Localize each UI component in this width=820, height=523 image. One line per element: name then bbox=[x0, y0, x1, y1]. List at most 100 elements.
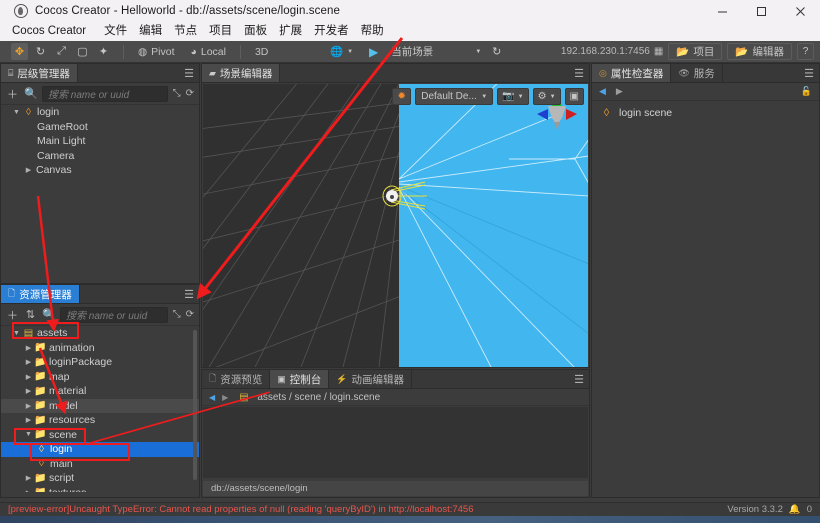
bottom-panel-menu-icon[interactable]: ☰ bbox=[569, 370, 589, 388]
assets-scrollbar[interactable] bbox=[193, 330, 197, 480]
bottom-panel-tabbar: 🗋 资源预览 ▣ 控制台 ⚡ 动画编辑器 ☰ bbox=[202, 370, 589, 389]
expand-arrow-icon[interactable]: ▶ bbox=[23, 358, 34, 366]
tab-scene-editor[interactable]: ▰ 场景编辑器 bbox=[202, 64, 281, 82]
hierarchy-node-canvas[interactable]: ▶ Canvas bbox=[1, 163, 199, 178]
menu-item-help[interactable]: 帮助 bbox=[355, 22, 390, 41]
asset-row-loginpackage[interactable]: ▶ 📁 loginPackage bbox=[1, 355, 199, 370]
tab-asset-preview[interactable]: 🗋 资源预览 bbox=[202, 370, 271, 388]
menu-item-file[interactable]: 文件 bbox=[98, 22, 133, 41]
asset-row-material[interactable]: ▶ 📁 material bbox=[1, 384, 199, 399]
assets-menu-icon[interactable]: ☰ bbox=[179, 285, 199, 303]
search-icon[interactable]: 🔍 bbox=[42, 308, 56, 321]
menu-item-project[interactable]: 项目 bbox=[203, 22, 238, 41]
asset-row-script[interactable]: ▶ 📁 script bbox=[1, 471, 199, 486]
open-project-folder-button[interactable]: 📂 项目 bbox=[668, 43, 723, 60]
menu-item-cocos-creator[interactable]: Cocos Creator bbox=[8, 22, 98, 41]
asset-row-main[interactable]: ◊ main bbox=[1, 457, 199, 472]
chevron-down-icon-2: ▼ bbox=[475, 48, 482, 55]
minimize-icon[interactable] bbox=[703, 0, 742, 22]
sort-icon[interactable]: ⇅ bbox=[24, 308, 37, 321]
hierarchy-node-login[interactable]: ▼ ◊ login bbox=[1, 105, 199, 120]
expand-arrow-icon[interactable]: ▶ bbox=[23, 402, 34, 410]
expand-arrow-icon[interactable]: ▶ bbox=[23, 166, 34, 174]
gear-icon[interactable]: ⚙ ▼ bbox=[532, 88, 561, 105]
coordinate-toggle-button[interactable]: ◕ Local bbox=[185, 43, 232, 60]
expand-arrow-icon[interactable]: ▼ bbox=[11, 109, 22, 116]
expand-arrow-icon[interactable]: ▶ bbox=[23, 373, 34, 381]
refresh-icon[interactable]: ↻ bbox=[488, 43, 505, 60]
asset-row-scene[interactable]: ▼ 📁 scene bbox=[1, 428, 199, 443]
collapse-icon[interactable]: ⤡ bbox=[173, 309, 181, 320]
search-icon[interactable]: 🔍 bbox=[24, 87, 38, 100]
plus-icon[interactable]: ＋ bbox=[6, 307, 19, 323]
asset-row-animation[interactable]: ▶ 📁 animation bbox=[1, 341, 199, 356]
expand-arrow-icon[interactable]: ▶ bbox=[23, 489, 34, 492]
expand-arrow-icon[interactable]: ▶ bbox=[23, 387, 34, 395]
hierarchy-node-main-light[interactable]: Main Light bbox=[1, 134, 199, 149]
menu-item-panel[interactable]: 面板 bbox=[238, 22, 273, 41]
asset-row-textures[interactable]: ▶ 📁 textures bbox=[1, 486, 199, 492]
preset-dropdown[interactable]: Default De... ▼ bbox=[415, 88, 494, 105]
layout-icon[interactable]: ▣ bbox=[564, 88, 584, 105]
assets-panel: 🗋 资源管理器 ☰ ＋ ⇅ 🔍 搜索 name or uuid ⤡ ⟳ ▼ ▤ … bbox=[0, 284, 200, 498]
rect-tool-button[interactable]: ▢ bbox=[74, 43, 91, 60]
expand-arrow-icon[interactable]: ▶ bbox=[23, 416, 34, 424]
menu-item-node[interactable]: 节点 bbox=[168, 22, 203, 41]
hierarchy-search-input[interactable]: 搜索 name or uuid bbox=[42, 85, 168, 102]
close-icon[interactable] bbox=[781, 0, 820, 22]
asset-row-assets[interactable]: ▼ ▤ assets bbox=[1, 326, 199, 341]
tab-animation-editor[interactable]: ⚡ 动画编辑器 bbox=[329, 370, 412, 388]
tab-console[interactable]: ▣ 控制台 bbox=[270, 370, 330, 388]
arrow-left-icon[interactable]: ◀ bbox=[599, 86, 606, 97]
assets-tree[interactable]: ▼ ▤ assets ▶ 📁 animation ▶ 📁 loginPackag… bbox=[1, 326, 199, 492]
asset-row-login[interactable]: ◊ login bbox=[1, 442, 199, 457]
open-editor-folder-button[interactable]: 📂 编辑器 bbox=[727, 43, 792, 60]
plus-icon[interactable]: ＋ bbox=[6, 86, 19, 102]
hierarchy-menu-icon[interactable]: ☰ bbox=[179, 64, 199, 82]
scene-editor-menu-icon[interactable]: ☰ bbox=[569, 64, 589, 82]
expand-arrow-icon[interactable]: ▶ bbox=[23, 344, 34, 352]
hierarchy-node-gameroot[interactable]: GameRoot bbox=[1, 120, 199, 135]
bell-icon[interactable]: 🔔 bbox=[789, 504, 801, 515]
arrow-right-icon[interactable]: ▶ bbox=[616, 86, 623, 97]
arrow-right-icon[interactable]: ▶ bbox=[222, 393, 228, 402]
scene-viewport[interactable]: ✹ Default De... ▼ 📷 ▼ ⚙ ▼ ▣ bbox=[203, 84, 588, 367]
expand-arrow-icon[interactable]: ▼ bbox=[11, 330, 22, 337]
help-button[interactable]: ? bbox=[796, 43, 814, 60]
asset-row-map[interactable]: ▶ 📁 map bbox=[1, 370, 199, 385]
scene-select-dropdown[interactable]: 当前场景 ▼ bbox=[386, 43, 487, 60]
browser-dropdown-button[interactable]: 🌐 ▼ bbox=[324, 43, 359, 60]
pivot-toggle-button[interactable]: ◍ Pivot bbox=[132, 43, 181, 60]
scale-tool-button[interactable]: ⤢ bbox=[53, 43, 70, 60]
qr-icon[interactable]: ▦ bbox=[654, 46, 663, 57]
tab-services[interactable]: 👁 服务 bbox=[671, 64, 723, 82]
play-icon[interactable]: ▶ bbox=[361, 45, 386, 59]
menu-item-extension[interactable]: 扩展 bbox=[273, 22, 308, 41]
transform-tool-button[interactable]: ✦ bbox=[95, 43, 112, 60]
menu-item-edit[interactable]: 编辑 bbox=[133, 22, 168, 41]
sync-icon[interactable]: ⟳ bbox=[186, 309, 194, 320]
camera-icon[interactable]: 📷 ▼ bbox=[497, 88, 529, 105]
maximize-icon[interactable] bbox=[742, 0, 781, 22]
effect-icon[interactable]: ✹ bbox=[392, 88, 412, 105]
asset-row-resources[interactable]: ▶ 📁 resources bbox=[1, 413, 199, 428]
tab-assets[interactable]: 🗋 资源管理器 bbox=[1, 285, 80, 303]
collapse-icon[interactable]: ⤡ bbox=[173, 88, 181, 99]
arrow-left-icon[interactable]: ◀ bbox=[209, 393, 215, 402]
menu-item-developer[interactable]: 开发者 bbox=[308, 22, 355, 41]
expand-arrow-icon[interactable]: ▼ bbox=[23, 431, 34, 438]
hierarchy-node-camera[interactable]: Camera bbox=[1, 149, 199, 164]
rotate-tool-button[interactable]: ↻ bbox=[32, 43, 49, 60]
tab-hierarchy[interactable]: ⌸ 层级管理器 bbox=[1, 64, 78, 82]
asset-row-model[interactable]: ▶ 📁 model bbox=[1, 398, 199, 413]
move-tool-button[interactable]: ✥ bbox=[11, 43, 28, 60]
inspector-menu-icon[interactable]: ☰ bbox=[799, 64, 819, 82]
dimension-toggle-button[interactable]: 3D bbox=[249, 43, 274, 60]
scene-icon: ◊ bbox=[603, 107, 610, 119]
sync-icon[interactable]: ⟳ bbox=[186, 88, 194, 99]
assets-search-input[interactable]: 搜索 name or uuid bbox=[60, 306, 168, 323]
tab-inspector[interactable]: ◎ 属性检查器 bbox=[592, 64, 672, 82]
unlock-icon[interactable]: 🔓 bbox=[801, 86, 812, 97]
hierarchy-tree[interactable]: ▼ ◊ login GameRoot Main Light Camera ▶ C… bbox=[1, 105, 199, 277]
expand-arrow-icon[interactable]: ▶ bbox=[23, 474, 34, 482]
